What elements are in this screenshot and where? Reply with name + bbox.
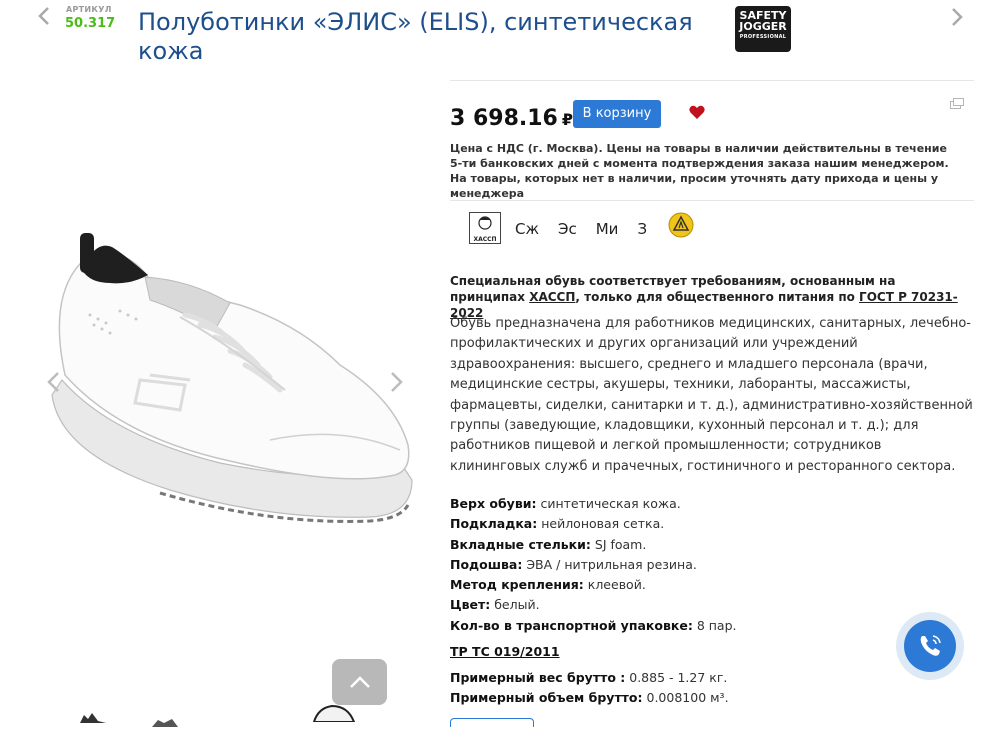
volume-row: Примерный объем брутто: 0.008100 м³. [450,690,729,705]
thumbnail-2[interactable] [150,712,180,727]
product-image[interactable] [40,225,420,530]
spec-row: Верх обуви: синтетическая кожа. [450,496,681,511]
chef-icon [478,216,492,230]
spec-row: Цвет: белый. [450,597,540,613]
product-description: Обувь предназначена для работников медиц… [450,316,973,474]
specs-list: Верх обуви: синтетическая кожа. Подкладк… [450,494,950,636]
divider [450,80,974,81]
sku-value: 50.317 [65,16,116,31]
brand-line2: JOGGER [739,20,787,33]
price-value: 3 698.16 [450,106,558,131]
esd-icon[interactable] [668,212,694,242]
add-to-cart-button[interactable]: В корзину [573,100,661,128]
tag-z: З [637,220,648,238]
spec-row: Кол-во в транспортной упаковке: 8 пар. [450,617,737,633]
call-button[interactable] [896,612,964,680]
tag-es: Эс [558,220,577,238]
scroll-top-button[interactable] [332,659,387,705]
price-note: Цена с НДС (г. Москва). Цены на товары в… [450,142,949,200]
prev-product-chevron-left-icon[interactable] [38,6,50,31]
next-product-chevron-right-icon[interactable] [951,7,963,32]
currency-symbol: ₽ [561,110,574,129]
price: 3 698.16 ₽ [450,106,573,131]
tr-ts-link[interactable]: ТР ТС 019/2011 [450,644,560,659]
haccp-badge-label: ХАССП [473,236,497,243]
spec-row: Подошва: ЭВА / нитрильная резина. [450,556,697,572]
image-next-chevron-right-icon[interactable] [390,371,404,397]
chevron-up-icon [349,676,370,688]
haccp-link[interactable]: ХАССП [529,290,575,304]
brand-line3: PROFESSIONAL [739,34,787,40]
haccp-badge[interactable]: ХАССП [469,212,501,244]
thumbnail-3[interactable] [312,704,357,723]
page-title: Полуботинки «ЭЛИС» (ELIS), синтетическая… [138,8,693,65]
weight-row: Примерный вес брутто : 0.885 - 1.27 кг. [450,670,728,685]
spec-row: Подкладка: нейлоновая сетка. [450,516,665,532]
spec-row: Вкладные стельки: SJ foam. [450,536,647,552]
tag-mi: Ми [595,220,619,238]
bottom-button[interactable] [450,718,534,727]
spec-row: Метод крепления: клеевой. [450,577,646,593]
image-prev-chevron-left-icon[interactable] [46,371,60,397]
protection-tags: Сж Эс Ми З [515,220,666,238]
sku-label: АРТИКУЛ [66,5,112,14]
divider [450,200,974,201]
call-button-inner [904,620,956,672]
brand-logo[interactable]: SAFETY JOGGER PROFESSIONAL [735,6,791,52]
phone-icon [920,635,941,656]
compare-icon[interactable] [950,94,964,113]
haccp-note-part2: , только для общественного питания по [575,290,860,304]
favorite-heart-icon[interactable] [689,105,705,124]
thumbnail-1[interactable] [78,708,108,723]
tag-sj: Сж [515,220,539,238]
